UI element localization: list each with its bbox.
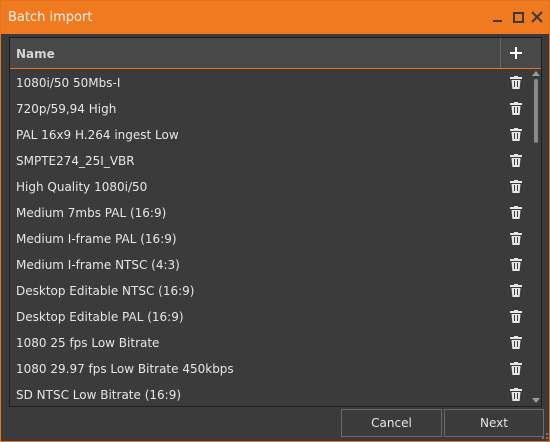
next-button[interactable]: Next — [444, 409, 544, 437]
trash-icon[interactable] — [510, 154, 522, 167]
column-header-name[interactable]: Name — [16, 47, 55, 61]
trash-icon[interactable] — [510, 362, 522, 375]
list-header: Name — [10, 38, 541, 69]
scroll-down-arrow-icon[interactable] — [532, 398, 540, 403]
trash-icon[interactable] — [510, 76, 522, 89]
scroll-thumb[interactable] — [534, 79, 538, 143]
list-item[interactable]: Medium I-frame NTSC (4:3) — [10, 251, 530, 277]
title-bar[interactable]: Batch import — [1, 1, 549, 34]
list-item[interactable]: Desktop Editable NTSC (16:9) — [10, 277, 530, 303]
list-item[interactable]: 1080 25 fps Low Bitrate — [10, 329, 530, 355]
preset-list: Name 1080i/50 50Mbs-I 720p/59,94 High PAL … — [9, 37, 542, 407]
list-item-label: Medium 7mbs PAL (16:9) — [16, 206, 167, 220]
list-item[interactable]: PAL 16x9 H.264 ingest Low — [10, 121, 530, 147]
list-item-label: 720p/59,94 High — [16, 102, 117, 116]
list-item[interactable]: High Quality 1080i/50 — [10, 173, 530, 199]
cancel-button[interactable]: Cancel — [341, 409, 442, 437]
list-item[interactable]: 1080i/50 50Mbs-I — [10, 69, 530, 95]
trash-icon[interactable] — [510, 128, 522, 141]
trash-icon[interactable] — [510, 180, 522, 193]
list-item-label: Medium I-frame NTSC (4:3) — [16, 258, 180, 272]
list-rows: 1080i/50 50Mbs-I 720p/59,94 High PAL 16x9 … — [10, 69, 530, 406]
list-item-label: High Quality 1080i/50 — [16, 180, 148, 194]
list-item-label: Desktop Editable PAL (16:9) — [16, 310, 184, 324]
list-item[interactable]: SD NTSC Low Bitrate (16:9) — [10, 381, 530, 406]
trash-icon[interactable] — [510, 284, 522, 297]
list-item-label: 1080i/50 50Mbs-I — [16, 76, 121, 90]
window-title: Batch import — [8, 10, 93, 25]
vertical-scrollbar[interactable] — [531, 69, 541, 406]
batch-import-dialog: Batch import Name 1080i/50 50Mbs-I 720p/5… — [0, 0, 550, 442]
scroll-up-arrow-icon[interactable] — [532, 71, 540, 76]
list-item[interactable]: 720p/59,94 High — [10, 95, 530, 121]
list-item-label: Medium I-frame PAL (16:9) — [16, 232, 177, 246]
trash-icon[interactable] — [510, 388, 522, 401]
trash-icon[interactable] — [510, 102, 522, 115]
maximize-icon[interactable] — [511, 9, 525, 25]
trash-icon[interactable] — [510, 258, 522, 271]
list-item[interactable]: Medium I-frame PAL (16:9) — [10, 225, 530, 251]
trash-icon[interactable] — [510, 232, 522, 245]
list-item-label: PAL 16x9 H.264 ingest Low — [16, 128, 179, 142]
list-item-label: 1080 29.97 fps Low Bitrate 450kbps — [16, 362, 234, 376]
trash-icon[interactable] — [510, 336, 522, 349]
list-item[interactable]: Medium 7mbs PAL (16:9) — [10, 199, 530, 225]
list-item[interactable]: Desktop Editable PAL (16:9) — [10, 303, 530, 329]
list-item[interactable]: 1080 29.97 fps Low Bitrate 450kbps — [10, 355, 530, 381]
list-item[interactable]: SMPTE274_25I_VBR — [10, 147, 530, 173]
trash-icon[interactable] — [510, 206, 522, 219]
trash-icon[interactable] — [510, 310, 522, 323]
resize-grip-icon[interactable] — [542, 433, 548, 439]
close-icon[interactable] — [531, 9, 545, 25]
minimize-icon[interactable] — [491, 9, 505, 25]
list-item-label: 1080 25 fps Low Bitrate — [16, 336, 160, 350]
plus-icon[interactable] — [500, 38, 531, 68]
list-item-label: SD NTSC Low Bitrate (16:9) — [16, 388, 182, 402]
list-item-label: Desktop Editable NTSC (16:9) — [16, 284, 195, 298]
list-item-label: SMPTE274_25I_VBR — [16, 154, 135, 168]
